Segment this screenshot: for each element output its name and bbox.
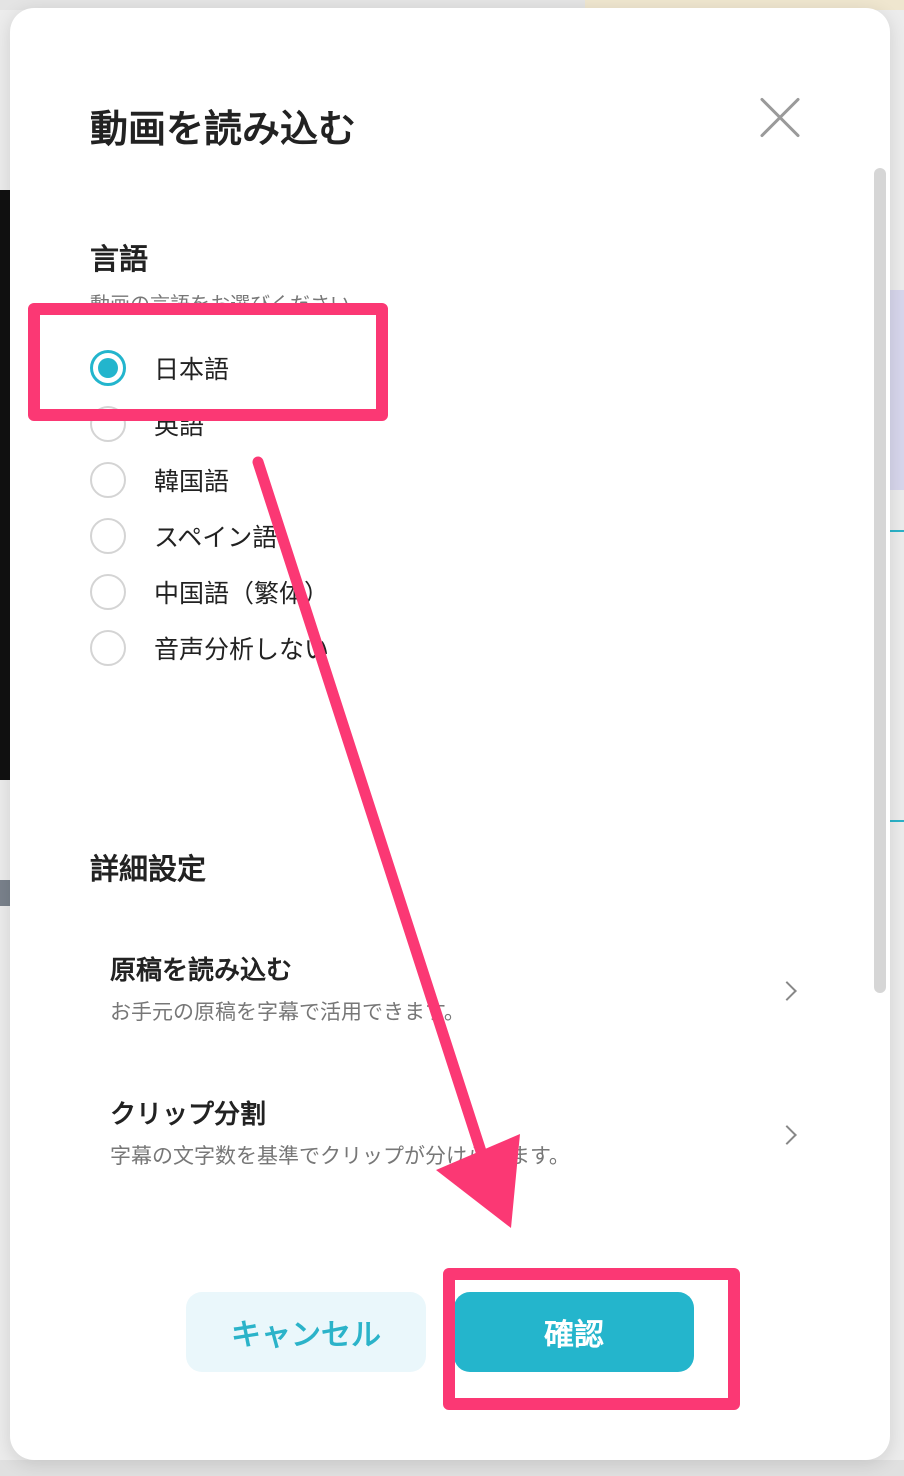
import-script-title: 原稿を読み込む	[110, 956, 293, 986]
radio-unselected-icon	[90, 574, 126, 610]
clip-split-description: 字幕の文字数を基準でクリップが分けられます。	[110, 1144, 570, 1168]
chevron-right-icon	[777, 1125, 797, 1145]
radio-label: 韓国語	[154, 467, 230, 496]
radio-selected-icon	[90, 350, 126, 386]
radio-option-no-audio-analysis[interactable]: 音声分析しない	[90, 628, 490, 668]
clip-split-row[interactable]: クリップ分割 字幕の文字数を基準でクリップが分けられます。	[90, 1094, 810, 1184]
background-divider	[888, 820, 904, 822]
background-bottom-bar	[0, 1460, 904, 1476]
cancel-button[interactable]: キャンセル	[186, 1292, 426, 1372]
radio-label: 中国語（繁体）	[154, 579, 330, 608]
clip-split-title: クリップ分割	[110, 1100, 267, 1130]
language-section-title: 言語	[90, 242, 149, 276]
radio-unselected-icon	[90, 518, 126, 554]
confirm-button[interactable]: 確認	[454, 1292, 694, 1372]
radio-unselected-icon	[90, 630, 126, 666]
import-script-description: お手元の原稿を字幕で活用できます。	[110, 1000, 465, 1024]
background-divider	[888, 530, 904, 532]
radio-option-japanese[interactable]: 日本語	[90, 348, 490, 388]
import-video-dialog: 動画を読み込む 言語 動画の言語をお選びください。 日本語 英語 韓国語 スペイ…	[10, 8, 890, 1460]
close-icon[interactable]	[755, 93, 805, 143]
radio-option-spanish[interactable]: スペイン語	[90, 516, 490, 556]
chevron-right-icon	[777, 981, 797, 1001]
advanced-settings-title: 詳細設定	[90, 852, 207, 886]
dialog-title: 動画を読み込む	[90, 107, 357, 151]
radio-option-chinese-traditional[interactable]: 中国語（繁体）	[90, 572, 490, 612]
radio-label: スペイン語	[154, 523, 278, 552]
radio-label: 日本語	[154, 355, 230, 384]
radio-option-korean[interactable]: 韓国語	[90, 460, 490, 500]
radio-label: 英語	[154, 411, 205, 440]
import-script-row[interactable]: 原稿を読み込む お手元の原稿を字幕で活用できます。	[90, 950, 810, 1040]
scrollbar[interactable]	[874, 168, 886, 993]
language-section-description: 動画の言語をお選びください。	[90, 292, 370, 316]
background-right-panel	[888, 290, 904, 490]
radio-label: 音声分析しない	[154, 635, 330, 664]
radio-unselected-icon	[90, 406, 126, 442]
radio-option-english[interactable]: 英語	[90, 404, 490, 444]
radio-unselected-icon	[90, 462, 126, 498]
background-left-strip	[0, 880, 10, 906]
